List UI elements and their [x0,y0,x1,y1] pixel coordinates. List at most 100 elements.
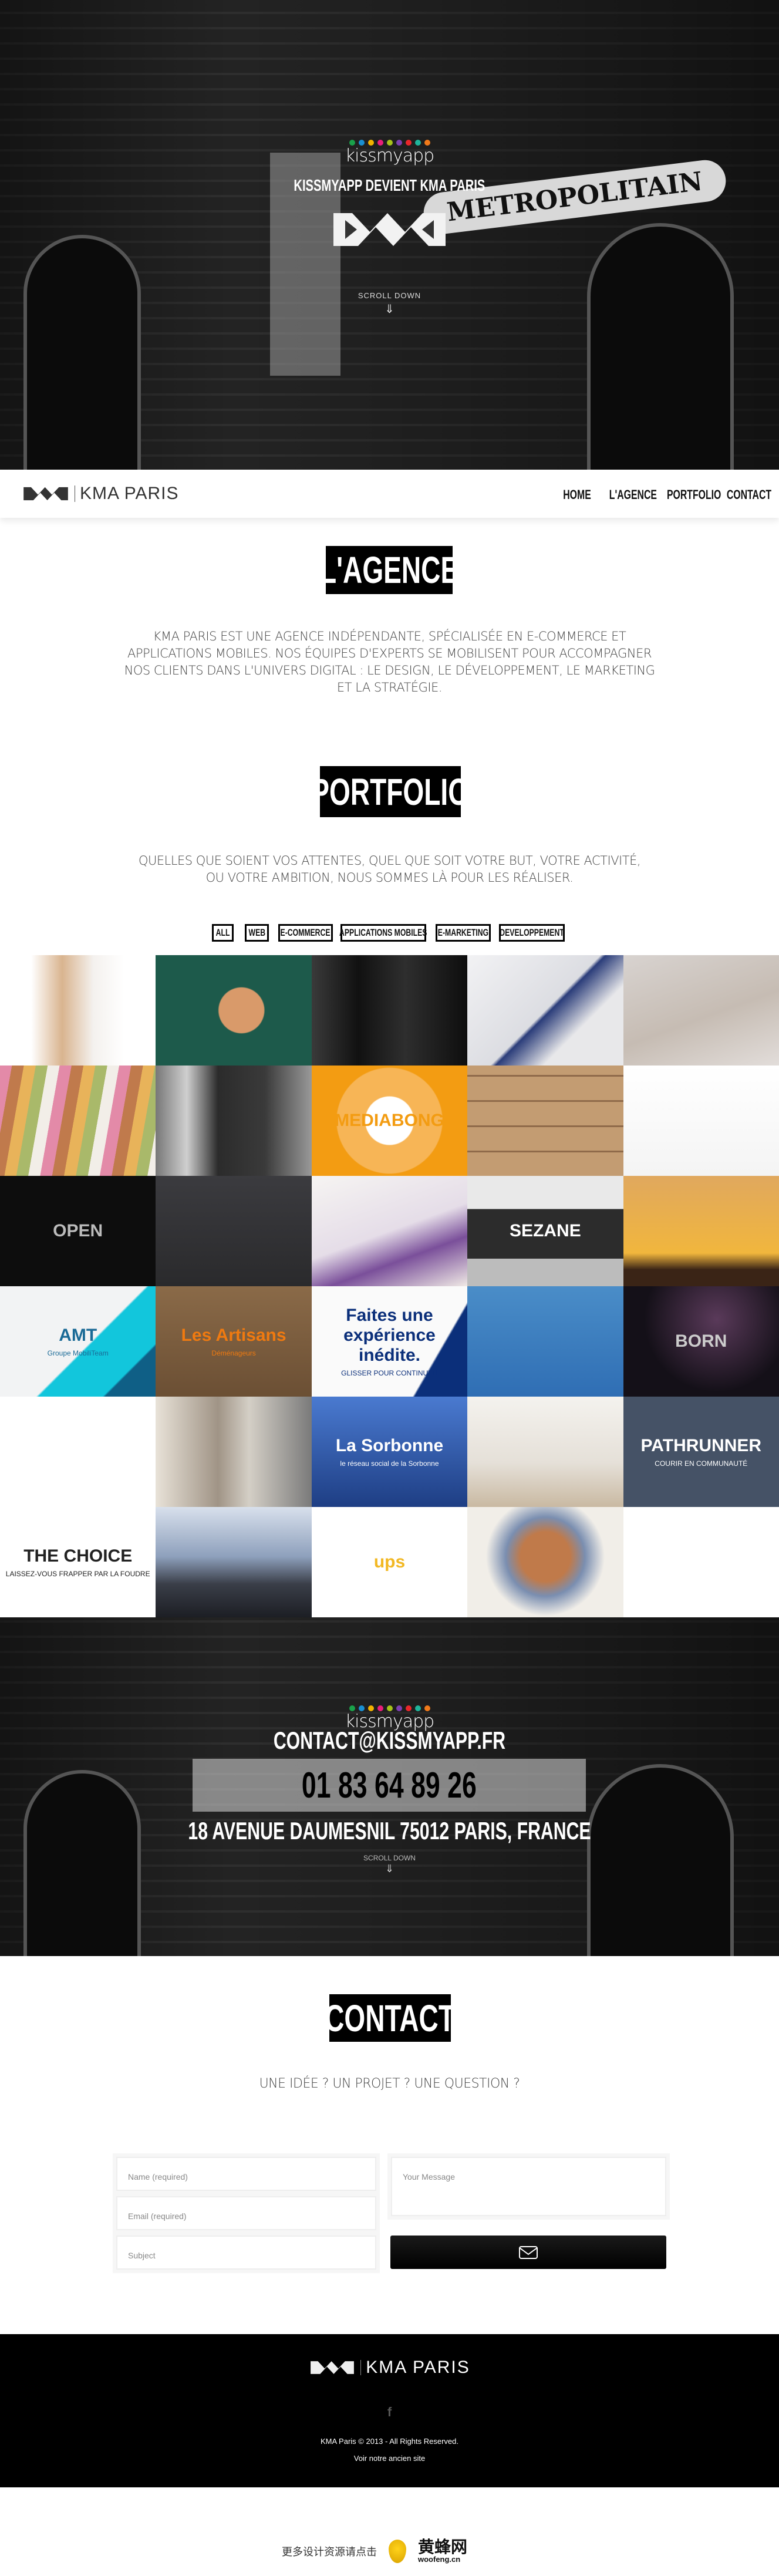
filter-web[interactable]: WEB [245,924,269,942]
portfolio-tile[interactable]: SEZANE [467,1176,623,1286]
brand-dot [405,140,412,146]
brand-dot [386,1705,393,1711]
tile-label: OPEN [53,1221,103,1240]
portfolio-tile[interactable] [467,955,623,1066]
brand-dot [377,140,383,146]
tile-label: MEDIABONG [335,1111,444,1130]
portfolio-tile[interactable]: PATHRUNNER COURIR EN COMMUNAUTÉ [623,1397,779,1507]
brand-dot [367,140,374,146]
watermark[interactable]: 更多设计资源请点击 黄蜂网 woofeng.cn [282,2537,468,2564]
nav-home[interactable]: HOME [558,487,596,503]
tile-sublabel: COURIR EN COMMUNAUTÉ [655,1459,748,1468]
portfolio-tile[interactable] [0,1066,156,1176]
scroll-down-label[interactable]: SCROLL DOWN [0,291,779,300]
nav-logo[interactable]: KMA PARIS [22,484,179,504]
brand-dot [405,1705,412,1711]
kma-logo-icon [329,208,450,254]
message-textarea[interactable]: Your Message [391,2157,666,2216]
top-navbar: KMA PARIS HOME L'AGENCE PORTFOLIO CONTAC… [0,470,779,518]
tile-label: PATHRUNNER [640,1436,762,1455]
portfolio-tile[interactable]: La Sorbonne le réseau social de la Sorbon… [311,1397,468,1507]
portfolio-tile[interactable]: THE CHOICE LAISSEZ-VOUS FRAPPER PAR LA FO… [0,1507,156,1617]
footer-logo-text: KMA PARIS [366,2358,470,2377]
hero-arch [587,223,734,470]
portfolio-tile[interactable]: ups [311,1507,468,1617]
portfolio-tile[interactable] [156,1066,312,1176]
tile-sublabel: GLISSER POUR CONTINUER [341,1369,438,1377]
portfolio-tile [623,1507,779,1617]
portfolio-tile[interactable] [0,1397,156,1507]
filter-emarketing[interactable]: E-MARKETING [436,924,491,942]
portfolio-tile[interactable] [623,955,779,1066]
filter-applications-mobiles[interactable]: APPLICATIONS MOBILES [339,924,427,942]
filter-all[interactable]: ALL [212,924,234,942]
watermark-text: 更多设计资源请点击 [282,2545,377,2558]
portfolio-tile[interactable] [156,955,312,1066]
portfolio-tile[interactable]: MEDIABONG [311,1066,468,1176]
portfolio-tile[interactable] [311,955,468,1066]
filter-developpement[interactable]: DEVELOPPEMENT [499,924,565,942]
tile-label: La Sorbonne [335,1436,444,1455]
portfolio-tile[interactable] [623,1066,779,1176]
portfolio-tile[interactable] [311,1176,468,1286]
brand-dot [386,140,393,146]
subject-input[interactable]: Subject [116,2236,376,2270]
kma-logo-icon [23,487,68,501]
portfolio-tile[interactable] [156,1507,312,1617]
scroll-down-label[interactable]: SCROLL DOWN [0,1854,779,1862]
contact-tagline: UNE IDÉE ? UN PROJET ? UNE QUESTION ? [259,2076,520,2091]
filter-ecommerce[interactable]: E-COMMERCE [278,924,333,942]
tile-label: AMT [59,1326,97,1345]
contact-phone: 01 83 64 89 26 [302,1765,477,1806]
tile-label: BORN [675,1331,727,1351]
portfolio-tile[interactable] [467,1286,623,1397]
email-input[interactable]: Email (required) [116,2196,376,2230]
hero-title: KISSMYAPP DEVIENT KMA PARIS [294,176,485,194]
tile-label: ups [373,1552,406,1572]
nav-contact[interactable]: CONTACT [718,487,779,503]
envelope-icon [519,2245,538,2259]
footer-logo: KMA PARIS [0,2358,779,2378]
portfolio-tile[interactable]: Les Artisans Déménageurs [156,1286,312,1397]
portfolio-tile[interactable] [467,1066,623,1176]
footer: KMA PARIS f KMA Paris © 2013 - All Right… [0,2334,779,2487]
portfolio-tile[interactable] [156,1397,312,1507]
portfolio-tile[interactable]: AMT Groupe MobiliTeam [0,1286,156,1397]
portfolio-tile[interactable]: BORN [623,1286,779,1397]
chevron-down-icon[interactable]: ⇓ [0,1863,779,1875]
watermark-brand: 黄蜂网 [418,2537,468,2557]
send-button[interactable] [390,2236,666,2269]
old-site-link[interactable]: Voir notre ancien site [0,2454,779,2463]
portfolio-tile[interactable] [467,1397,623,1507]
tile-label: Les Artisans [181,1326,286,1345]
portfolio-tile[interactable] [0,955,156,1066]
contact-heading: CONTACT [325,1994,455,2042]
copyright: KMA Paris © 2013 - All Rights Reserved. [320,2437,458,2446]
portfolio-grid: MEDIABONG OPEN SEZANE AMT Groupe MobiliTeam L… [0,955,779,1617]
brand-dot [358,1705,365,1711]
contact-email[interactable]: CONTACT@KISSMYAPP.FR [274,1727,505,1755]
tile-label: Faites une expérience inédite. [343,1306,436,1365]
logo-text: KMA PARIS [80,484,179,503]
portfolio-tile[interactable]: Faites une expérience inédite. GLISSER PO… [311,1286,468,1397]
brand-dot [414,140,421,146]
portfolio-tile[interactable] [156,1176,312,1286]
tile-sublabel: LAISSEZ-VOUS FRAPPER PAR LA FOUDRE [5,1570,150,1578]
brand-dot [424,1705,430,1711]
portfolio-tile[interactable]: OPEN [0,1176,156,1286]
agence-description: KMA PARIS EST UNE AGENCE INDÉPENDANTE, S… [124,629,655,694]
name-input[interactable]: Name (required) [116,2157,376,2191]
brand-dot [396,1705,402,1711]
portfolio-tile[interactable] [467,1507,623,1617]
tile-sublabel: le réseau social de la Sorbonne [340,1459,439,1468]
portfolio-tile[interactable] [623,1176,779,1286]
brand-dot [396,140,402,146]
tile-sublabel: Déménageurs [211,1349,256,1357]
tile-sublabel: Groupe MobiliTeam [47,1349,109,1357]
chevron-down-icon[interactable]: ⇓ [0,302,779,316]
contact-banner: kissmyapp CONTACT@KISSMYAPP.FR 01 83 64 … [0,1617,779,1956]
facebook-icon[interactable]: f [0,2405,779,2420]
watermark-domain: woofeng.cn [418,2555,461,2564]
agence-heading: L'AGENCE [320,546,458,594]
brand-dot [424,140,430,146]
